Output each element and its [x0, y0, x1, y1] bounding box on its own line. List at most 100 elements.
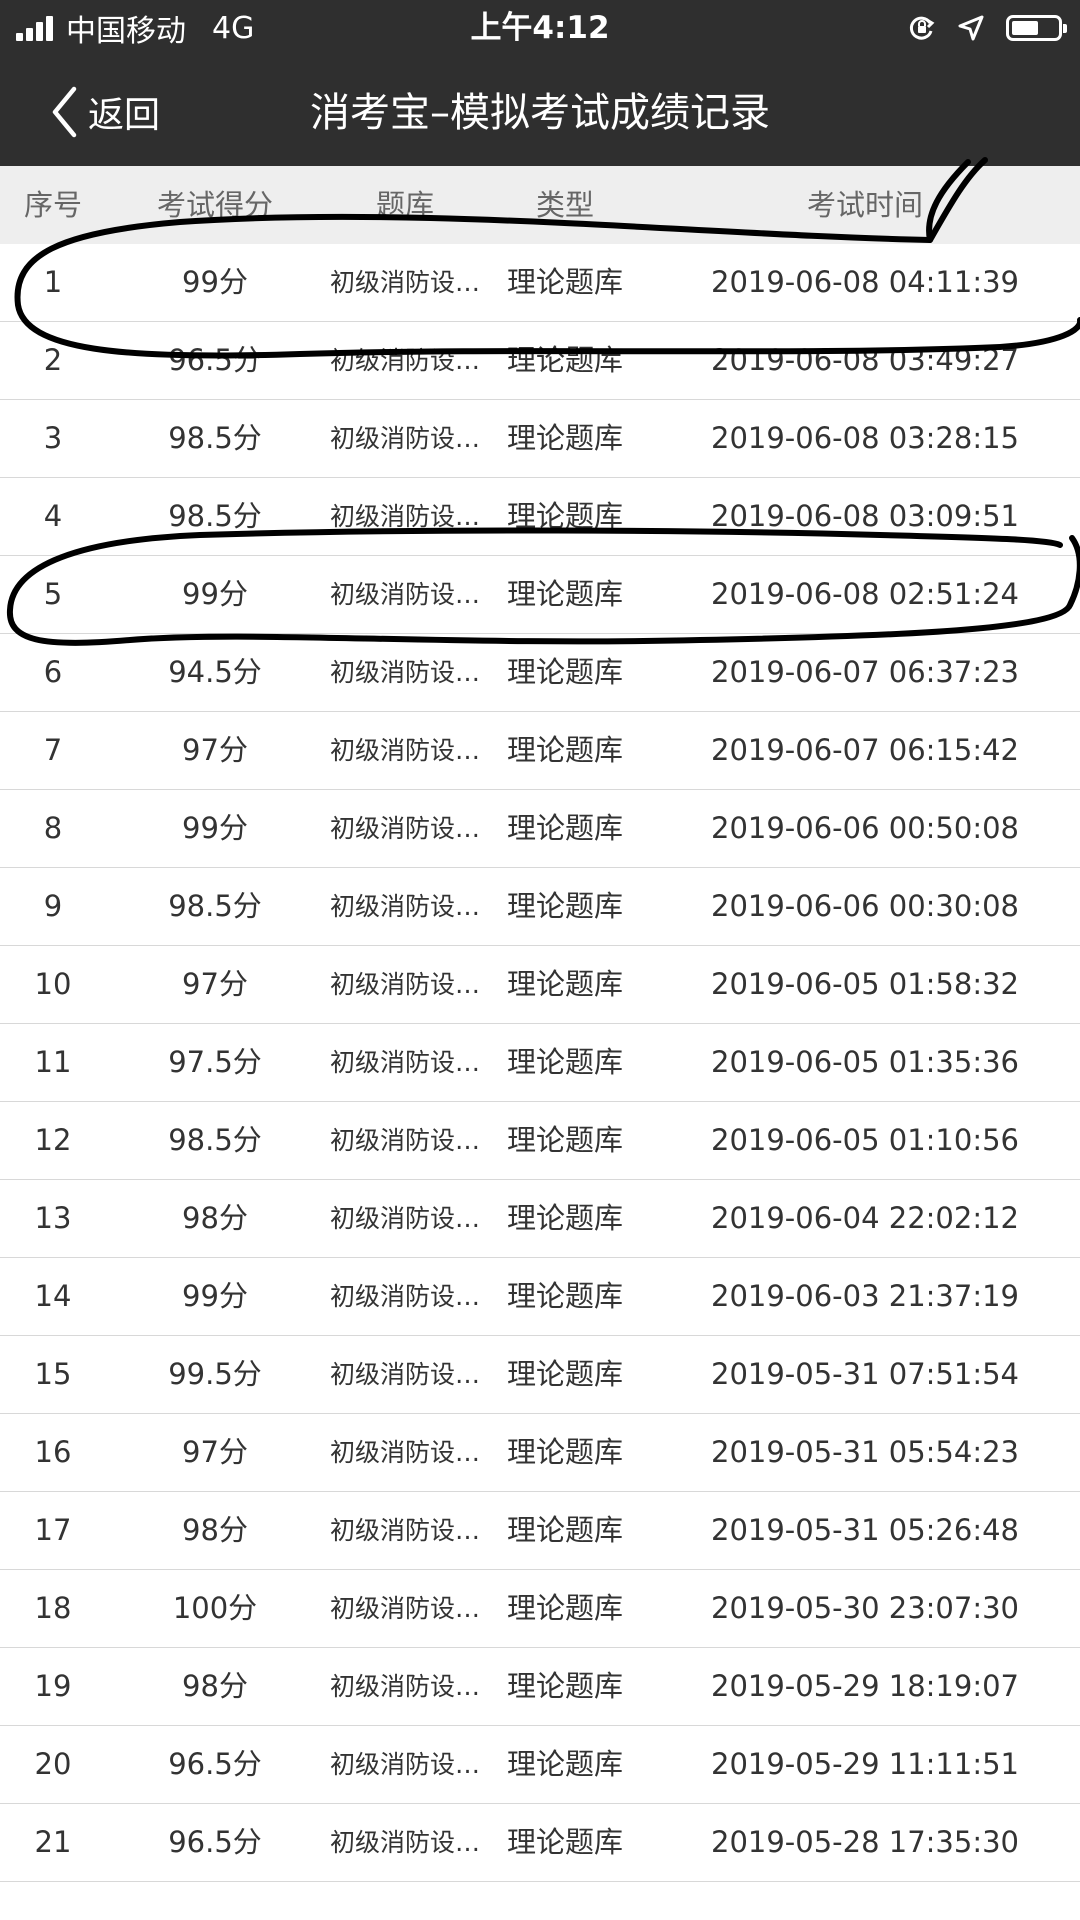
table-row[interactable]: 9 98.5分 初级消防设… 理论题库 2019-06-06 00:30:08: [0, 868, 1080, 946]
cell-bank: 初级消防设…: [329, 346, 480, 375]
cell-type: 理论题库: [506, 343, 623, 377]
cell-type: 理论题库: [506, 733, 623, 767]
cell-type: 理论题库: [506, 1045, 623, 1079]
table-row[interactable]: 6 94.5分 初级消防设… 理论题库 2019-06-07 06:37:23: [0, 634, 1080, 712]
cell-index: 1: [43, 265, 63, 299]
table-row[interactable]: 1 99分 初级消防设… 理论题库 2019-06-08 04:11:39: [0, 244, 1080, 322]
battery-level: [1012, 21, 1038, 35]
table-row[interactable]: 15 99.5分 初级消防设… 理论题库 2019-05-31 07:51:54: [0, 1336, 1080, 1414]
cell-score: 97分: [182, 967, 248, 1001]
cell-bank: 初级消防设…: [329, 1126, 480, 1155]
cell-score: 98.5分: [168, 421, 262, 455]
cell-score: 99分: [182, 1279, 248, 1313]
cell-type: 理论题库: [506, 655, 623, 689]
cell-type: 理论题库: [506, 967, 623, 1001]
cell-index: 7: [43, 733, 63, 767]
column-header-score: 考试得分: [156, 188, 273, 222]
score-table: 1 99分 初级消防设… 理论题库 2019-06-08 04:11:39 2 96.5分初…: [0, 244, 1080, 1882]
table-row[interactable]: 3 98.5分 初级消防设… 理论题库 2019-06-08 03:28:15: [0, 400, 1080, 478]
cell-score: 97分: [182, 1435, 248, 1469]
cell-type: 理论题库: [506, 1513, 623, 1547]
table-row[interactable]: 14 99分 初级消防设… 理论题库 2019-06-03 21:37:19: [0, 1258, 1080, 1336]
table-row[interactable]: 13 98分 初级消防设… 理论题库 2019-06-04 22:02:12: [0, 1180, 1080, 1258]
cell-index: 5: [43, 577, 63, 611]
status-right: [886, 10, 1067, 46]
cell-type: 理论题库: [506, 1123, 623, 1157]
cell-score: 99.5分: [168, 1357, 262, 1391]
table-row[interactable]: 18 100分 初级消防设… 理论题库 2019-05-30 23:07:30: [0, 1570, 1080, 1648]
cell-score: 96.5分: [168, 1747, 262, 1781]
table-row[interactable]: 11 97.5分 初级消防设… 理论题库 2019-06-05 01:35:36: [0, 1024, 1080, 1102]
cell-time: 2019-06-05 01:35:36: [711, 1045, 1019, 1079]
cell-score: 98分: [182, 1669, 248, 1703]
table-row[interactable]: 8 99分 初级消防设… 理论题库 2019-06-06 00:50:08: [0, 790, 1080, 868]
cell-score: 98分: [182, 1201, 248, 1235]
cell-bank: 初级消防设…: [329, 1750, 480, 1779]
cell-bank: 初级消防设…: [329, 1594, 480, 1623]
cell-bank: 初级消防设…: [329, 268, 480, 297]
table-row[interactable]: 19 98分 初级消防设… 理论题库 2019-05-29 18:19:07: [0, 1648, 1080, 1726]
cell-score: 98.5分: [168, 499, 262, 533]
cell-type: 理论题库: [506, 265, 623, 299]
cell-time: 2019-06-08 03:09:51: [711, 499, 1019, 533]
cell-type: 理论题库: [506, 1747, 623, 1781]
column-header-index: 序号: [23, 188, 82, 222]
cell-score: 99分: [182, 265, 248, 299]
cell-index: 15: [34, 1357, 72, 1391]
cell-time: 2019-05-31 05:26:48: [711, 1513, 1019, 1547]
cell-bank: 初级消防设…: [329, 1204, 480, 1233]
page-title: 消考宝–模拟考试成绩记录: [310, 90, 770, 136]
cell-time: 2019-06-06 00:50:08: [711, 811, 1019, 845]
cell-type: 理论题库: [506, 421, 623, 455]
cell-bank: 初级消防设…: [329, 658, 480, 687]
cell-index: 14: [34, 1279, 72, 1313]
cell-bank: 初级消防设…: [329, 1282, 480, 1311]
table-row[interactable]: 7 97分 初级消防设… 理论题库 2019-06-07 06:15:42: [0, 712, 1080, 790]
location-arrow-icon: [958, 15, 984, 41]
cell-bank: 初级消防设…: [329, 814, 480, 843]
cell-index: 9: [43, 889, 63, 923]
cell-index: 8: [43, 811, 63, 845]
table-row[interactable]: 2 96.5分 初级消防设… 理论题库 2019-06-08 03:49:27: [0, 322, 1080, 400]
cell-time: 2019-06-08 03:28:15: [711, 421, 1019, 455]
column-header-bank: 题库: [375, 188, 434, 222]
table-row[interactable]: 12 98.5分 初级消防设… 理论题库 2019-06-05 01:10:56: [0, 1102, 1080, 1180]
cell-time: 2019-06-08 03:49:27: [711, 343, 1019, 377]
cell-index: 6: [43, 655, 63, 689]
cell-bank: 初级消防设…: [329, 1516, 480, 1545]
cell-score: 96.5分: [168, 343, 262, 377]
cell-score: 100分: [172, 1591, 258, 1625]
cell-index: 4: [43, 499, 63, 533]
cell-index: 17: [34, 1513, 72, 1547]
table-row[interactable]: 4 98.5分 初级消防设… 理论题库 2019-06-08 03:09:51: [0, 478, 1080, 556]
cell-time: 2019-05-29 18:19:07: [711, 1669, 1019, 1703]
orientation-lock-icon: [909, 16, 935, 40]
table-row[interactable]: 20 96.5分 初级消防设… 理论题库 2019-05-29 11:11:51: [0, 1726, 1080, 1804]
cell-bank: 初级消防设…: [329, 502, 480, 531]
table-row[interactable]: 17 98分 初级消防设… 理论题库 2019-05-31 05:26:48: [0, 1492, 1080, 1570]
cell-type: 理论题库: [506, 1435, 623, 1469]
table-row[interactable]: 21 96.5分 初级消防设… 理论题库 2019-05-28 17:35:30: [0, 1804, 1080, 1882]
cell-time: 2019-05-31 05:54:23: [711, 1435, 1019, 1469]
cell-score: 97.5分: [168, 1045, 262, 1079]
cell-bank: 初级消防设…: [329, 736, 480, 765]
cell-index: 16: [34, 1435, 72, 1469]
table-row[interactable]: 5 99分 初级消防设… 理论题库 2019-06-08 02:51:24: [0, 556, 1080, 634]
cell-time: 2019-06-07 06:15:42: [711, 733, 1019, 767]
table-header: 序号 考试得分 题库 类型 考试时间: [0, 166, 1080, 244]
cell-score: 94.5分: [168, 655, 262, 689]
cell-time: 2019-06-08 04:11:39: [711, 265, 1019, 299]
table-row[interactable]: 16 97分 初级消防设… 理论题库 2019-05-31 05:54:23: [0, 1414, 1080, 1492]
cell-time: 2019-06-05 01:10:56: [711, 1123, 1019, 1157]
cell-time: 2019-05-30 23:07:30: [711, 1591, 1019, 1625]
cell-index: 3: [43, 421, 63, 455]
cell-type: 理论题库: [506, 499, 623, 533]
column-header-type: 类型: [535, 188, 594, 222]
cell-score: 99分: [182, 577, 248, 611]
navigation-bar: 返回 消考宝–模拟考试成绩记录: [0, 58, 1080, 166]
cell-bank: 初级消防设…: [329, 1048, 480, 1077]
cell-type: 理论题库: [506, 1279, 623, 1313]
table-row[interactable]: 10 97分 初级消防设… 理论题库 2019-06-05 01:58:32: [0, 946, 1080, 1024]
cell-index: 13: [34, 1201, 72, 1235]
cell-type: 理论题库: [506, 1825, 623, 1859]
